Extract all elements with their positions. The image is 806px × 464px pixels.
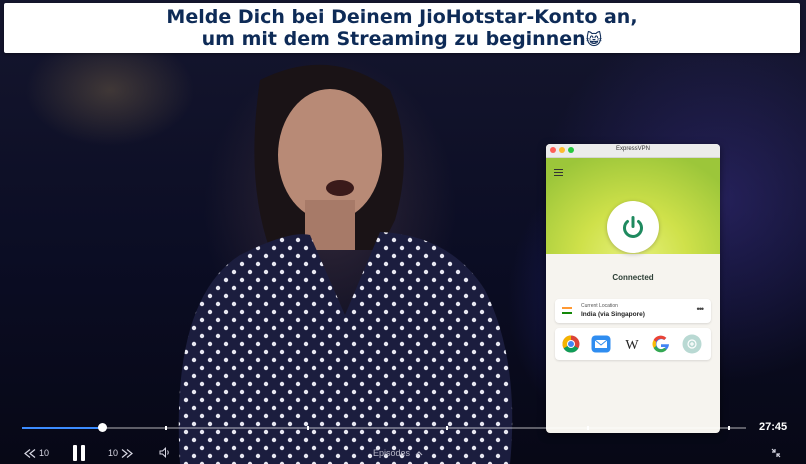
- current-location-label: Current Location: [581, 303, 618, 309]
- current-location-name: India (via Singapore): [581, 311, 645, 318]
- volume-icon: [159, 447, 169, 458]
- seek-bar-handle[interactable]: [97, 423, 107, 432]
- banner-line-2-text: um mit dem Streaming zu beginnen: [201, 27, 586, 50]
- chrome-icon[interactable]: [560, 333, 582, 355]
- banner-line-1: Melde Dich bei Deinem JioHotstar-Konto a…: [166, 5, 638, 28]
- pause-icon: [73, 445, 77, 461]
- forward-icon: [121, 448, 133, 458]
- vpn-window-title: ExpressVPN: [615, 146, 650, 152]
- volume-button[interactable]: [159, 447, 171, 458]
- rewind-10-button[interactable]: 10: [24, 448, 49, 458]
- location-options-button[interactable]: •••: [697, 304, 705, 314]
- svg-text:W: W: [625, 338, 639, 351]
- collapse-icon: [771, 448, 781, 458]
- connection-status: Connected: [612, 273, 654, 282]
- vpn-titlebar[interactable]: ExpressVPN: [546, 144, 720, 158]
- performer-image: [178, 64, 513, 464]
- rewind-icon: [24, 448, 36, 458]
- forward-10-button[interactable]: 10: [108, 448, 133, 458]
- chevron-up-icon: [415, 450, 423, 455]
- pause-button[interactable]: [72, 445, 86, 461]
- seek-bar-marker: [587, 426, 589, 430]
- time-remaining: 27:45: [759, 421, 788, 433]
- mail-icon[interactable]: [590, 333, 612, 355]
- google-icon[interactable]: [650, 333, 672, 355]
- banner-line-2: um mit dem Streaming zu beginnen😸: [202, 28, 603, 51]
- episodes-button[interactable]: Episodes: [373, 448, 423, 458]
- add-shortcut-icon[interactable]: [681, 333, 703, 355]
- seek-bar-played: [22, 427, 102, 429]
- seek-bar-marker: [446, 426, 448, 430]
- location-picker[interactable]: Current Location India (via Singapore) •…: [555, 299, 711, 323]
- power-icon: [623, 216, 643, 238]
- forward-10-label: 10: [108, 448, 119, 458]
- episodes-label: Episodes: [373, 448, 411, 458]
- pause-icon: [81, 445, 85, 461]
- app-shortcuts: W: [555, 328, 711, 360]
- india-flag-icon: [562, 307, 572, 314]
- seek-bar-marker: [165, 426, 167, 430]
- collapse-button[interactable]: [771, 448, 781, 458]
- wikipedia-icon[interactable]: W: [621, 333, 643, 355]
- power-button[interactable]: [607, 201, 659, 253]
- expressvpn-window[interactable]: ExpressVPN Connected Current Location In…: [546, 144, 720, 433]
- cat-emoji-icon: 😸: [585, 29, 603, 49]
- promo-banner: Melde Dich bei Deinem JioHotstar-Konto a…: [4, 3, 800, 53]
- seek-bar-marker: [728, 426, 730, 430]
- seek-bar[interactable]: [22, 423, 746, 432]
- rewind-10-label: 10: [39, 448, 50, 458]
- seek-bar-marker: [307, 426, 309, 430]
- hamburger-menu-icon[interactable]: [554, 169, 563, 178]
